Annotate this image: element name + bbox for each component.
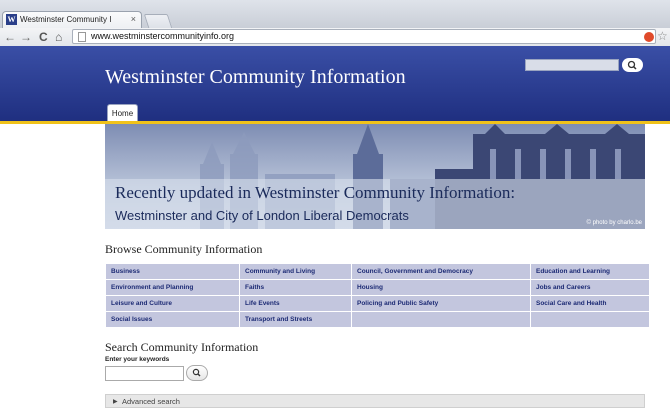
category-link[interactable]: Housing <box>351 279 531 296</box>
category-link[interactable]: Education and Learning <box>530 263 650 280</box>
browser-toolbar: ← → C ⌂ www.westminstercommunityinfo.org <box>0 28 670 47</box>
search-icon <box>192 368 201 377</box>
photo-credit: © photo by charlo.be <box>586 220 642 226</box>
search-heading: Search Community Information <box>105 340 259 354</box>
category-link[interactable]: Environment and Planning <box>105 279 240 296</box>
table-row: Social Issues Transport and Streets <box>105 311 650 328</box>
page-icon <box>78 32 86 42</box>
search-icon <box>627 60 637 70</box>
category-link[interactable]: Jobs and Careers <box>530 279 650 296</box>
keywords-label: Enter your keywords <box>105 356 170 363</box>
browse-heading: Browse Community Information <box>105 242 263 256</box>
table-row: Leisure and Culture Life Events Policing… <box>105 295 650 312</box>
address-bar[interactable]: www.westminstercommunityinfo.org <box>72 29 656 44</box>
bookmark-star-icon[interactable]: ☆ <box>657 29 668 43</box>
site-search-input[interactable] <box>525 59 619 71</box>
category-empty-cell <box>351 311 531 328</box>
nav-tab-home[interactable]: Home <box>107 104 138 121</box>
extension-icon[interactable] <box>644 32 654 42</box>
new-tab-button[interactable] <box>143 14 173 28</box>
advanced-search-label: Advanced search <box>122 397 180 406</box>
favicon-icon: W <box>6 14 17 25</box>
site-title[interactable]: Westminster Community Information <box>105 66 406 89</box>
tab-close-icon[interactable]: × <box>131 14 136 24</box>
keywords-search-button[interactable] <box>186 365 208 381</box>
category-link[interactable]: Life Events <box>239 295 352 312</box>
category-link[interactable]: Leisure and Culture <box>105 295 240 312</box>
category-link[interactable]: Faiths <box>239 279 352 296</box>
banner-subtitle-link[interactable]: Westminster and City of London Liberal D… <box>115 208 409 223</box>
category-link[interactable]: Community and Living <box>239 263 352 280</box>
triangle-right-icon: ▶ <box>113 399 118 405</box>
reload-icon[interactable]: C <box>39 30 48 44</box>
banner: Recently updated in Westminster Communit… <box>105 124 645 229</box>
category-link[interactable]: Business <box>105 263 240 280</box>
tab-title: Westminster Community I <box>20 15 112 24</box>
banner-title: Recently updated in Westminster Communit… <box>115 183 516 202</box>
category-link[interactable]: Council, Government and Democracy <box>351 263 531 280</box>
category-empty-cell <box>530 311 650 328</box>
category-link[interactable]: Policing and Public Safety <box>351 295 531 312</box>
browser-tab[interactable]: W Westminster Community I × <box>2 11 142 28</box>
back-icon[interactable]: ← <box>4 30 16 44</box>
table-row: Environment and Planning Faiths Housing … <box>105 279 650 296</box>
category-table: Business Community and Living Council, G… <box>105 263 650 328</box>
category-link[interactable]: Social Issues <box>105 311 240 328</box>
home-icon[interactable]: ⌂ <box>55 30 62 44</box>
category-link[interactable]: Social Care and Health <box>530 295 650 312</box>
site-search-button[interactable] <box>622 58 643 72</box>
forward-icon[interactable]: → <box>20 30 32 44</box>
table-row: Business Community and Living Council, G… <box>105 263 650 280</box>
keywords-input[interactable] <box>105 366 184 381</box>
category-link[interactable]: Transport and Streets <box>239 311 352 328</box>
browser-tab-strip: W Westminster Community I × <box>0 0 670 28</box>
url-text: www.westminstercommunityinfo.org <box>91 31 235 41</box>
